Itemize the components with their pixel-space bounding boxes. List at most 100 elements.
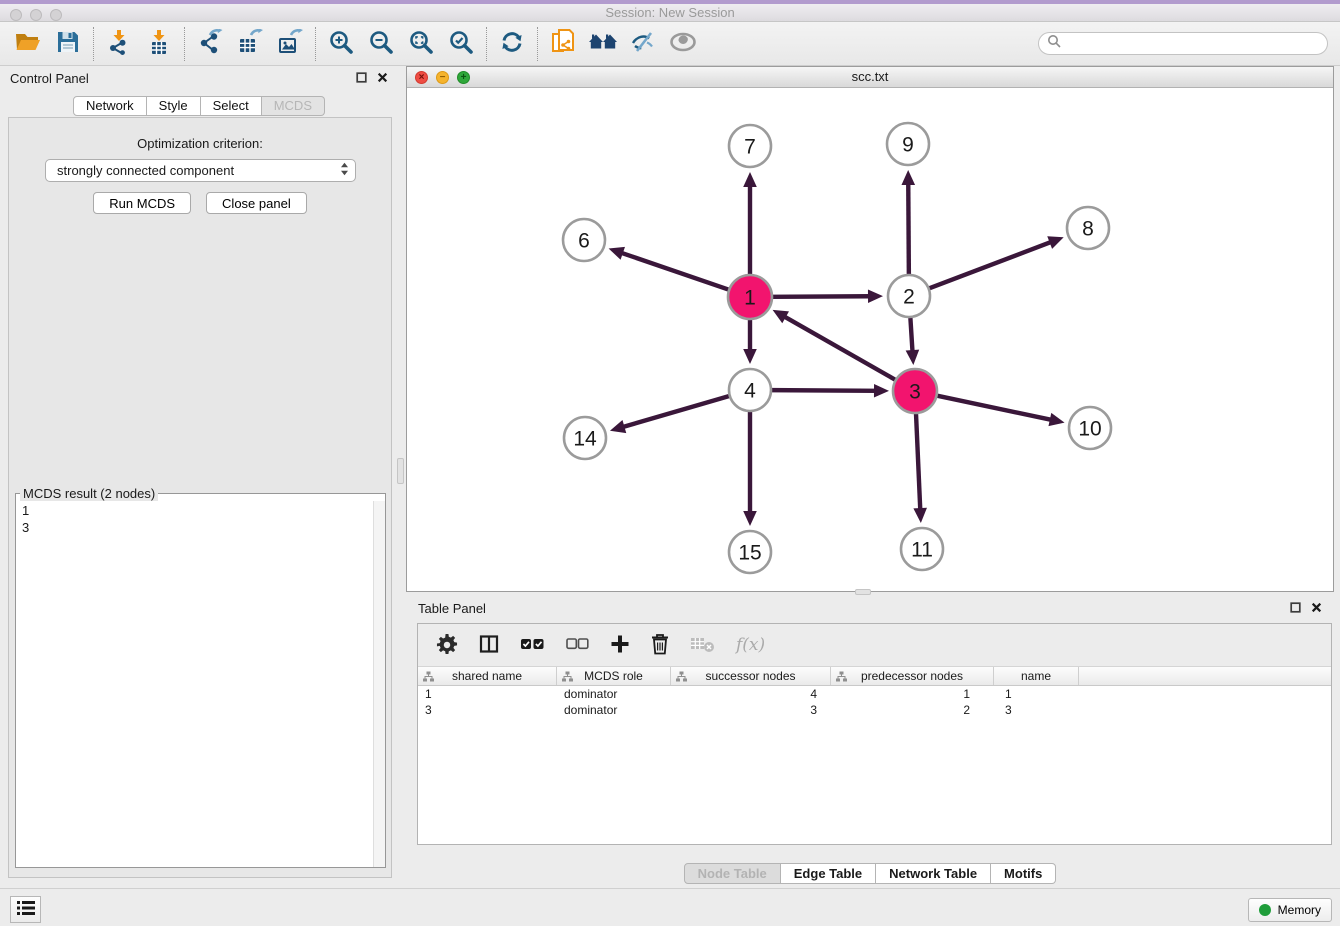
graph-edge-4-14[interactable] xyxy=(622,396,728,427)
function-builder-button[interactable]: f(x) xyxy=(736,635,765,655)
table-header-row: shared name MCDS role successor nodes pr… xyxy=(418,666,1331,686)
tab-mcds[interactable]: MCDS xyxy=(262,96,325,116)
graph-edge-1-6[interactable] xyxy=(621,253,729,290)
graph-edge-1-2[interactable] xyxy=(772,296,870,297)
export-table-button[interactable] xyxy=(230,25,270,63)
close-panel-icon[interactable] xyxy=(377,72,388,83)
mcds-result-title: MCDS result (2 nodes) xyxy=(20,486,158,501)
task-history-button[interactable] xyxy=(10,896,41,923)
network-window-title: scc.txt xyxy=(852,69,889,84)
graph-edge-3-1[interactable] xyxy=(784,316,896,380)
graph-edge-3-11[interactable] xyxy=(916,413,920,510)
zoom-selected-button[interactable] xyxy=(441,25,481,63)
table-settings-button[interactable] xyxy=(436,633,458,658)
search-icon xyxy=(1047,34,1061,53)
graph-node-label-2: 2 xyxy=(903,285,915,308)
graph-edge-3-10[interactable] xyxy=(937,396,1052,420)
column-header-mcds-role[interactable]: MCDS role xyxy=(557,667,671,685)
criterion-value: strongly connected component xyxy=(57,163,340,178)
fx-icon: f(x) xyxy=(736,635,765,655)
network-canvas[interactable]: 7968124314101511 xyxy=(407,88,1333,591)
window-close-button[interactable] xyxy=(10,9,22,21)
graph-edge-2-9[interactable] xyxy=(908,183,909,274)
refresh-network-view-button[interactable] xyxy=(492,25,532,63)
zoom-fit-button[interactable] xyxy=(401,25,441,63)
first-neighbors-button[interactable] xyxy=(583,25,623,63)
toolbar-separator xyxy=(537,27,538,61)
network-maximize-button[interactable]: + xyxy=(457,71,470,84)
deselect-all-button[interactable] xyxy=(566,638,589,653)
gear-icon xyxy=(436,633,458,658)
column-visibility-button[interactable] xyxy=(479,634,499,657)
import-network-button[interactable] xyxy=(99,25,139,63)
control-panel: Control Panel Network Style Select MCDS … xyxy=(0,66,398,888)
graph-edge-arrowhead xyxy=(868,289,883,303)
graph-node-label-10: 10 xyxy=(1078,417,1101,440)
delete-table-button[interactable] xyxy=(690,635,715,656)
horizontal-splitter-grip[interactable] xyxy=(855,589,871,595)
search-field[interactable] xyxy=(1038,32,1328,55)
network-graph[interactable]: 7968124314101511 xyxy=(407,88,1333,591)
column-header-predecessor-nodes[interactable]: predecessor nodes xyxy=(831,667,994,685)
tab-network-table[interactable]: Network Table xyxy=(876,863,991,884)
column-header-name[interactable]: name xyxy=(994,667,1079,685)
tab-node-table[interactable]: Node Table xyxy=(684,863,781,884)
window-zoom-button[interactable] xyxy=(50,9,62,21)
export-image-button[interactable] xyxy=(270,25,310,63)
table-panel-tabs: Node Table Edge Table Network Table Moti… xyxy=(406,863,1334,884)
result-scrollbar[interactable] xyxy=(373,501,385,867)
tab-style[interactable]: Style xyxy=(147,96,201,116)
zoom-in-button[interactable] xyxy=(321,25,361,63)
search-input[interactable] xyxy=(1066,36,1319,52)
mcds-result-text[interactable]: 1 3 xyxy=(16,501,385,537)
show-graphics-details-button[interactable] xyxy=(663,25,703,63)
close-panel-button[interactable]: Close panel xyxy=(206,192,307,214)
memory-button[interactable]: Memory xyxy=(1248,898,1332,922)
add-column-button[interactable] xyxy=(610,634,630,657)
run-mcds-button[interactable]: Run MCDS xyxy=(93,192,191,214)
graph-node-label-14: 14 xyxy=(573,427,597,450)
graph-edge-arrowhead xyxy=(913,508,927,523)
float-table-panel-icon[interactable] xyxy=(1290,602,1301,613)
network-window-titlebar[interactable]: × − + scc.txt xyxy=(407,67,1333,88)
network-minimize-button[interactable]: − xyxy=(436,71,449,84)
toolbar-separator xyxy=(486,27,487,61)
list-icon xyxy=(17,900,35,919)
open-session-button[interactable] xyxy=(8,25,48,63)
import-table-button[interactable] xyxy=(139,25,179,63)
column-header-successor-nodes[interactable]: successor nodes xyxy=(671,667,831,685)
tree-icon xyxy=(676,671,687,685)
tab-select[interactable]: Select xyxy=(201,96,262,116)
tree-icon xyxy=(836,671,847,685)
graph-edge-4-3[interactable] xyxy=(772,390,876,391)
table-delete-icon xyxy=(690,635,715,656)
table-row[interactable]: 3 dominator 3 2 3 xyxy=(418,702,1331,718)
criterion-dropdown[interactable]: strongly connected component xyxy=(45,159,356,182)
graph-node-label-1: 1 xyxy=(744,286,756,309)
graph-edge-2-8[interactable] xyxy=(930,242,1052,288)
clone-network-button[interactable] xyxy=(543,25,583,63)
table-row[interactable]: 1 dominator 4 1 1 xyxy=(418,686,1331,702)
tab-network[interactable]: Network xyxy=(73,96,147,116)
graph-edge-2-3[interactable] xyxy=(910,318,912,352)
graph-node-label-8: 8 xyxy=(1082,217,1094,240)
select-all-button[interactable] xyxy=(520,637,545,654)
memory-label: Memory xyxy=(1278,903,1321,917)
close-table-panel-icon[interactable] xyxy=(1311,602,1322,613)
network-close-button[interactable]: × xyxy=(415,71,428,84)
graph-node-label-7: 7 xyxy=(744,135,756,158)
float-panel-icon[interactable] xyxy=(356,72,367,83)
node-table-container: f(x) shared name MCDS role successor nod… xyxy=(417,623,1332,845)
window-minimize-button[interactable] xyxy=(30,9,42,21)
export-network-button[interactable] xyxy=(190,25,230,63)
column-header-shared-name[interactable]: shared name xyxy=(418,667,557,685)
save-session-button[interactable] xyxy=(48,25,88,63)
vertical-splitter-grip[interactable] xyxy=(397,458,404,484)
tab-edge-table[interactable]: Edge Table xyxy=(781,863,876,884)
memory-status-icon xyxy=(1259,904,1271,916)
checked-checkboxes-icon xyxy=(520,637,545,654)
hide-graphics-details-button[interactable] xyxy=(623,25,663,63)
tab-motifs[interactable]: Motifs xyxy=(991,863,1056,884)
zoom-out-button[interactable] xyxy=(361,25,401,63)
delete-column-button[interactable] xyxy=(651,633,669,658)
